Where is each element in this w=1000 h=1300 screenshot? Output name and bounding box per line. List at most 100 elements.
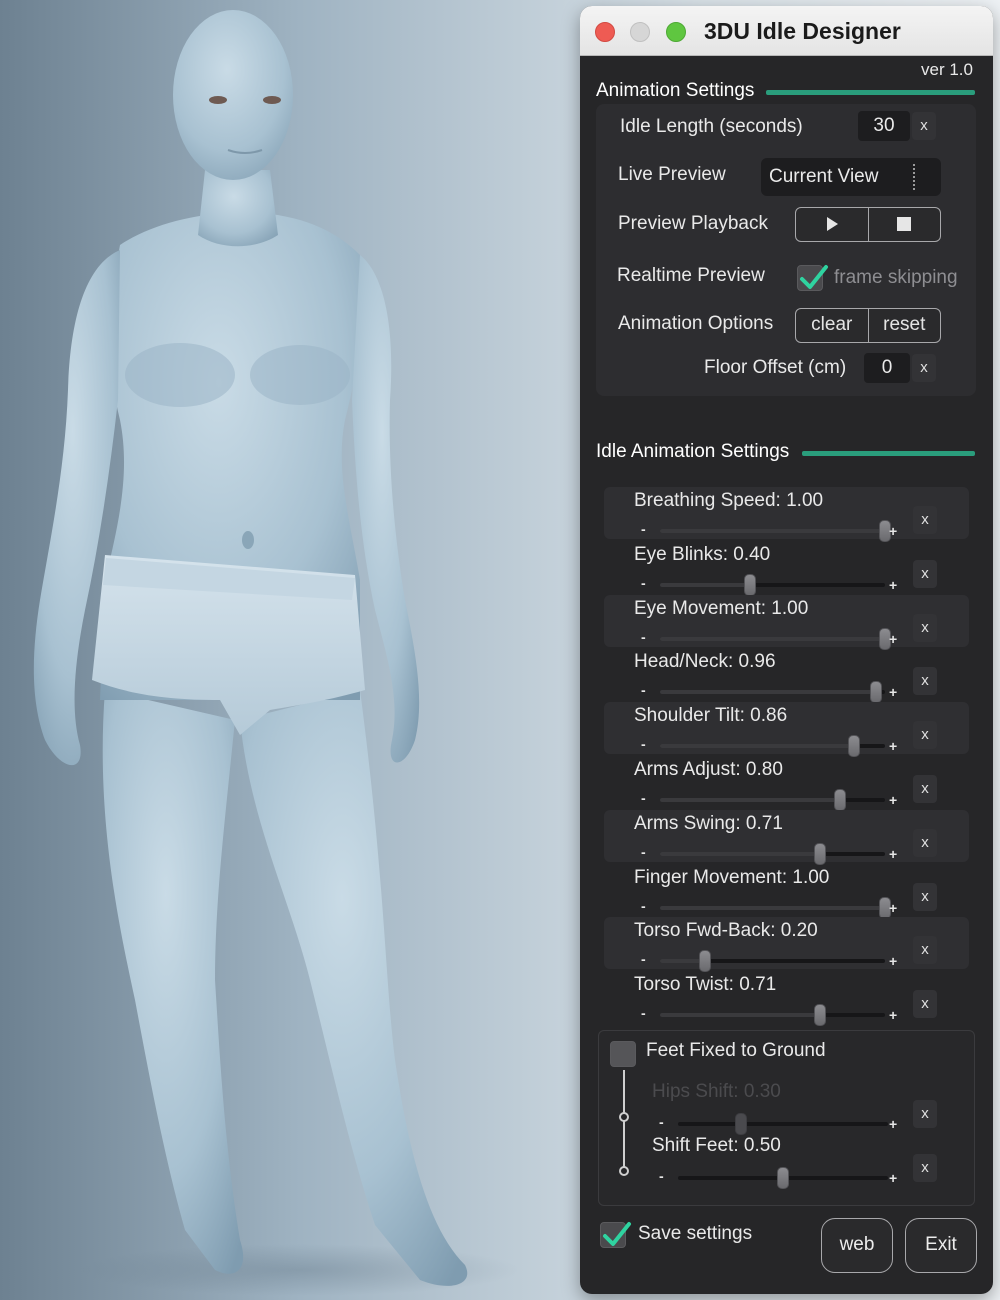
slider-reset-button[interactable]: x xyxy=(913,721,937,750)
increment-button[interactable]: + xyxy=(889,632,897,646)
playback-controls xyxy=(795,207,941,242)
figure-render xyxy=(33,10,520,1296)
frame-skipping-checkbox[interactable] xyxy=(797,265,828,291)
hierarchy-node xyxy=(619,1112,629,1122)
slider-fill xyxy=(660,1013,820,1018)
decrement-button[interactable]: - xyxy=(641,630,646,644)
increment-button[interactable]: + xyxy=(889,685,897,699)
slider-track[interactable] xyxy=(660,735,885,758)
slider-track[interactable] xyxy=(660,896,891,919)
slider-track[interactable] xyxy=(660,842,885,865)
slider-fill xyxy=(660,690,876,695)
slider-reset-button[interactable]: x xyxy=(913,828,937,857)
animation-settings-heading: Animation Settings xyxy=(596,80,755,101)
increment-button[interactable]: + xyxy=(889,578,897,592)
version-label: ver 1.0 xyxy=(921,60,973,79)
slider-thumb[interactable] xyxy=(813,842,826,865)
slider-track[interactable] xyxy=(660,950,885,973)
decrement-button[interactable]: - xyxy=(641,952,646,966)
slider-reset-button[interactable]: x xyxy=(913,936,937,965)
feet-fixed-checkbox[interactable] xyxy=(610,1041,636,1067)
decrement-button[interactable]: - xyxy=(641,522,646,536)
floor-offset-clear-button[interactable]: x xyxy=(912,354,936,382)
decrement-button[interactable]: - xyxy=(641,845,646,859)
slider-reset-button[interactable]: x xyxy=(913,882,937,911)
slider-reset-button[interactable]: x xyxy=(913,667,937,696)
slider-reset-button[interactable]: x xyxy=(913,990,937,1019)
idle-length-label: Idle Length (seconds) xyxy=(620,116,803,137)
preview-playback-label: Preview Playback xyxy=(618,213,768,234)
clear-button[interactable]: clear xyxy=(796,309,869,342)
hips-shift-label: Hips Shift: 0.30 xyxy=(652,1081,781,1102)
slider-reset-button[interactable]: x xyxy=(913,775,937,803)
slider-reset-button[interactable]: x xyxy=(913,506,937,534)
play-button[interactable] xyxy=(796,208,869,241)
exit-button[interactable]: Exit xyxy=(905,1218,977,1273)
slider-thumb[interactable] xyxy=(735,1113,747,1135)
hierarchy-node xyxy=(619,1166,629,1176)
save-settings-checkbox[interactable] xyxy=(600,1222,631,1248)
slider-track[interactable] xyxy=(678,1113,888,1135)
slider-thumb[interactable] xyxy=(813,1004,826,1027)
3d-viewport[interactable] xyxy=(0,0,580,1300)
slider-thumb[interactable] xyxy=(777,1167,789,1189)
slider-track[interactable] xyxy=(660,627,891,650)
idle-length-input[interactable]: 30 xyxy=(858,111,910,141)
slider-fill xyxy=(660,798,840,802)
slider-label: Shoulder Tilt: 0.86 xyxy=(634,705,788,727)
slider-track[interactable] xyxy=(660,681,885,704)
slider-reset-button[interactable]: x xyxy=(913,559,937,588)
slider-reset-button[interactable]: x xyxy=(913,613,937,642)
animation-options-buttons: clear reset xyxy=(795,308,941,343)
increment-button[interactable]: + xyxy=(889,739,897,753)
zoom-window-button[interactable] xyxy=(666,22,686,42)
decrement-button[interactable]: - xyxy=(641,899,646,913)
slider-thumb[interactable] xyxy=(847,735,860,758)
decrement-button[interactable]: - xyxy=(641,576,646,590)
slider-label: Arms Adjust: 0.80 xyxy=(634,759,783,780)
increment-button[interactable]: + xyxy=(889,954,897,968)
idle-designer-window: 3DU Idle Designer ver 1.0 Animation Sett… xyxy=(580,6,993,1294)
slider-reset-button[interactable]: x xyxy=(913,1100,937,1128)
idle-length-clear-button[interactable]: x xyxy=(912,112,936,140)
increment-button[interactable]: + xyxy=(889,1171,897,1185)
decrement-button[interactable]: - xyxy=(641,791,646,805)
slider-thumb[interactable] xyxy=(699,950,711,973)
slider-thumb[interactable] xyxy=(834,789,846,811)
decrement-button[interactable]: - xyxy=(641,737,646,751)
slider-track[interactable] xyxy=(660,573,885,596)
web-button[interactable]: web xyxy=(821,1218,893,1273)
slider-track[interactable] xyxy=(678,1167,888,1189)
floor-offset-input[interactable]: 0 xyxy=(864,353,910,383)
slider-track[interactable] xyxy=(660,789,885,811)
slider-track[interactable] xyxy=(660,520,891,542)
slider-label: Torso Twist: 0.71 xyxy=(634,974,777,996)
slider-label: Eye Movement: 1.00 xyxy=(634,597,809,619)
close-window-button[interactable] xyxy=(595,22,615,42)
minimize-window-button[interactable] xyxy=(630,22,650,42)
decrement-button[interactable]: - xyxy=(641,683,646,697)
slider-thumb[interactable] xyxy=(744,573,756,596)
stop-button[interactable] xyxy=(869,208,941,241)
increment-button[interactable]: + xyxy=(889,793,897,807)
section-divider-bar xyxy=(766,90,975,95)
increment-button[interactable]: + xyxy=(889,901,897,915)
slider-track[interactable] xyxy=(660,1004,885,1027)
decrement-button[interactable]: - xyxy=(641,1006,646,1020)
decrement-button[interactable]: - xyxy=(659,1115,664,1129)
increment-button[interactable]: + xyxy=(889,1008,897,1022)
increment-button[interactable]: + xyxy=(889,524,897,538)
decrement-button[interactable]: - xyxy=(659,1169,664,1183)
title-bar[interactable]: 3DU Idle Designer xyxy=(580,6,993,56)
slider-fill xyxy=(660,851,820,856)
slider-thumb[interactable] xyxy=(870,681,882,704)
slider-reset-button[interactable]: x xyxy=(913,1154,937,1182)
slider-fill xyxy=(660,582,750,587)
window-title: 3DU Idle Designer xyxy=(704,18,901,44)
live-preview-dropdown[interactable]: Current View xyxy=(761,158,941,196)
floor-offset-label: Floor Offset (cm) xyxy=(704,357,847,378)
increment-button[interactable]: + xyxy=(889,1117,897,1131)
increment-button[interactable]: + xyxy=(889,847,897,861)
reset-button[interactable]: reset xyxy=(869,309,941,342)
feet-fixed-label: Feet Fixed to Ground xyxy=(646,1040,826,1061)
